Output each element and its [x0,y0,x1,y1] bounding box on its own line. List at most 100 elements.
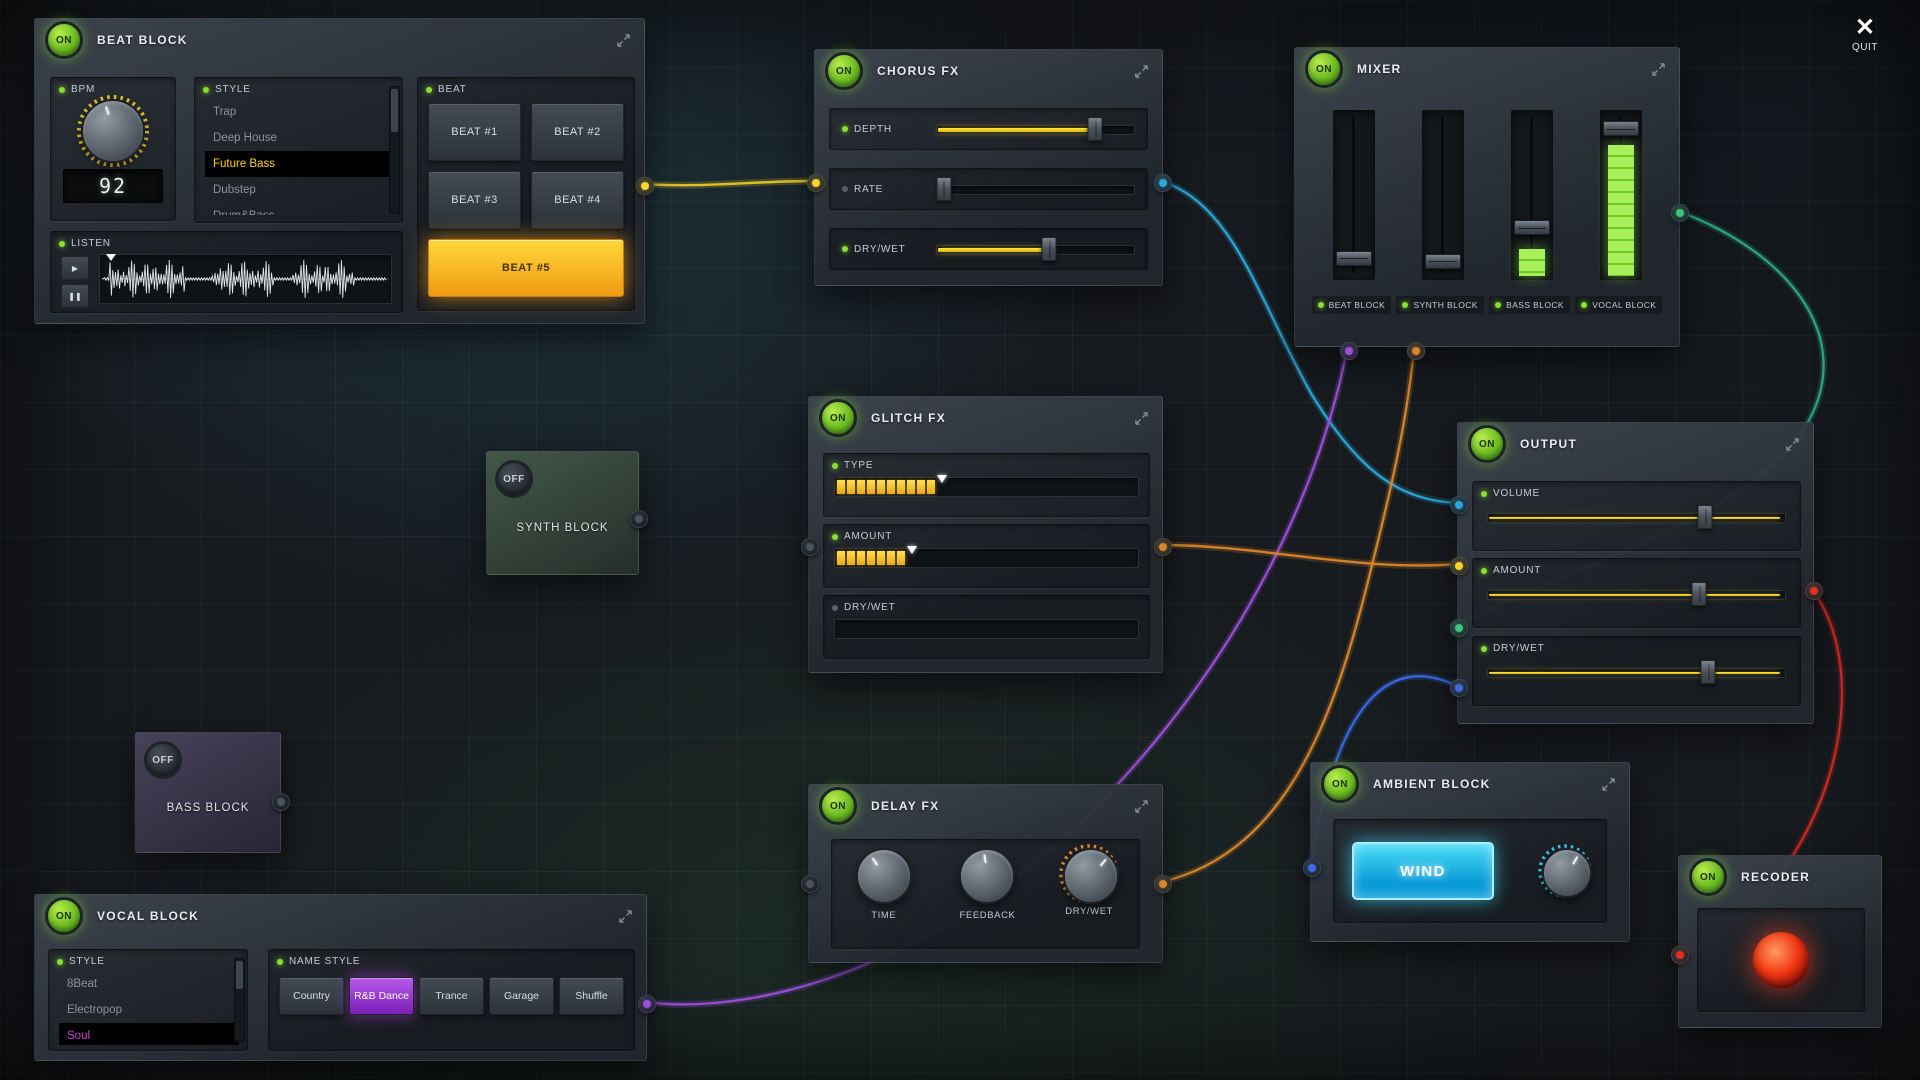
beat-fader-handle[interactable] [1336,251,1372,266]
name-style-country-button[interactable]: Country [279,977,344,1015]
beat-fader-track[interactable] [1333,110,1375,280]
name-style-garage-button[interactable]: Garage [489,977,554,1015]
resize-icon[interactable] [1597,773,1619,795]
ambient-sound-display[interactable]: WIND [1352,842,1494,900]
time-knob[interactable] [856,848,912,904]
output-input-port-3[interactable] [1450,619,1468,637]
glitch-output-port[interactable] [1154,538,1172,556]
glitch-input-port[interactable] [801,538,819,556]
delay-output-port[interactable] [1154,875,1172,893]
bass-fader-track[interactable] [1511,110,1553,280]
synth-fader-track[interactable] [1422,110,1464,280]
bpm-knob[interactable] [81,99,145,163]
quit-button[interactable]: ✕ QUIT [1852,16,1878,53]
style-option[interactable]: Drum&Bass [205,203,394,215]
output-input-port-1[interactable] [1450,496,1468,514]
drywet-slider-handle[interactable] [1042,237,1057,261]
resize-icon[interactable] [1130,795,1152,817]
drywet-knob[interactable] [1063,848,1119,904]
mixer-input-port-delay[interactable] [1407,342,1425,360]
rate-slider[interactable] [936,179,1135,199]
close-icon[interactable]: ✕ [1855,16,1875,40]
chorus-input-port[interactable] [807,174,825,192]
beat-5-button[interactable]: BEAT #5 [428,239,624,297]
power-toggle[interactable]: ON [1305,50,1343,88]
power-toggle[interactable]: OFF [495,460,533,498]
power-toggle[interactable]: ON [1689,858,1727,896]
power-toggle[interactable]: ON [45,897,83,935]
resize-icon[interactable] [612,29,634,51]
type-marker[interactable] [937,475,947,483]
synth-output-port[interactable] [630,510,648,528]
resize-icon[interactable] [1781,433,1803,455]
drywet-slider[interactable] [1487,662,1786,682]
power-toggle[interactable]: ON [825,52,863,90]
bass-fader-handle[interactable] [1514,220,1550,235]
vocal-style-scrollbar[interactable] [234,958,245,1042]
bass-output-port[interactable] [272,793,290,811]
resize-icon[interactable] [1647,58,1669,80]
power-toggle[interactable]: ON [819,787,857,825]
power-toggle[interactable]: ON [1321,765,1359,803]
volume-slider-handle[interactable] [1698,505,1713,529]
amount-slider[interactable] [1487,584,1786,604]
rate-slider-handle[interactable] [936,177,951,201]
chorus-output-port[interactable] [1154,174,1172,192]
name-style-label: NAME STYLE [289,956,360,967]
play-button[interactable]: ▶ [61,256,89,280]
mixer-output-port[interactable] [1671,204,1689,222]
vocal-block-panel: ON VOCAL BLOCK STYLE 8Beat Electropop So… [34,894,647,1061]
style-option[interactable]: Soul [59,1023,239,1045]
playhead-marker[interactable] [106,254,116,261]
amount-marker[interactable] [907,546,917,554]
power-toggle[interactable]: ON [1468,425,1506,463]
style-option[interactable]: Electropop [59,997,239,1023]
recoder-input-port[interactable] [1671,946,1689,964]
volume-slider[interactable] [1487,507,1786,527]
style-option[interactable]: Future Bass [205,151,394,177]
output-input-port-4[interactable] [1450,679,1468,697]
mixer-input-port-vocal[interactable] [1340,342,1358,360]
name-style-shuffle-button[interactable]: Shuffle [559,977,624,1015]
record-button[interactable] [1753,932,1809,988]
style-option[interactable]: Dubstep [205,177,394,203]
resize-icon[interactable] [614,905,636,927]
feedback-knob[interactable] [959,848,1015,904]
style-option[interactable]: Trap [205,99,394,125]
beat-3-button[interactable]: BEAT #3 [428,171,521,229]
depth-slider[interactable] [936,119,1135,139]
name-style-rnb-button[interactable]: R&B Dance [349,977,414,1015]
output-output-port[interactable] [1805,582,1823,600]
style-option[interactable]: 8Beat [59,971,239,997]
depth-slider-handle[interactable] [1088,117,1103,141]
beat-block-output-port[interactable] [636,177,654,195]
vocal-output-port[interactable] [638,995,656,1013]
style-scrollbar[interactable] [389,86,400,214]
ambient-knob[interactable] [1542,848,1592,898]
resize-icon[interactable] [1130,407,1152,429]
amount-seg-track[interactable] [834,548,1139,568]
power-toggle[interactable]: ON [819,399,857,437]
amount-slider-handle[interactable] [1692,582,1707,606]
style-option[interactable]: Deep House [205,125,394,151]
beat-1-button[interactable]: BEAT #1 [428,103,521,161]
output-input-port-2[interactable] [1450,557,1468,575]
name-style-trance-button[interactable]: Trance [419,977,484,1015]
drywet-slider-handle[interactable] [1701,660,1716,684]
waveform-display[interactable] [99,254,392,304]
vocal-fader-track[interactable] [1600,110,1642,280]
drywet-seg-track[interactable] [834,619,1139,639]
delay-fx-panel: ON DELAY FX TIME FEEDBACK [808,784,1163,963]
beat-2-button[interactable]: BEAT #2 [531,103,624,161]
vocal-fader-handle[interactable] [1603,121,1639,136]
power-toggle[interactable]: ON [45,21,83,59]
pause-button[interactable]: ❚❚ [61,284,89,308]
delay-input-port[interactable] [801,875,819,893]
resize-icon[interactable] [1130,60,1152,82]
ambient-input-port[interactable] [1303,859,1321,877]
power-toggle[interactable]: OFF [144,741,182,779]
synth-fader-handle[interactable] [1425,254,1461,269]
type-seg-track[interactable] [834,477,1139,497]
drywet-slider[interactable] [936,239,1135,259]
beat-4-button[interactable]: BEAT #4 [531,171,624,229]
